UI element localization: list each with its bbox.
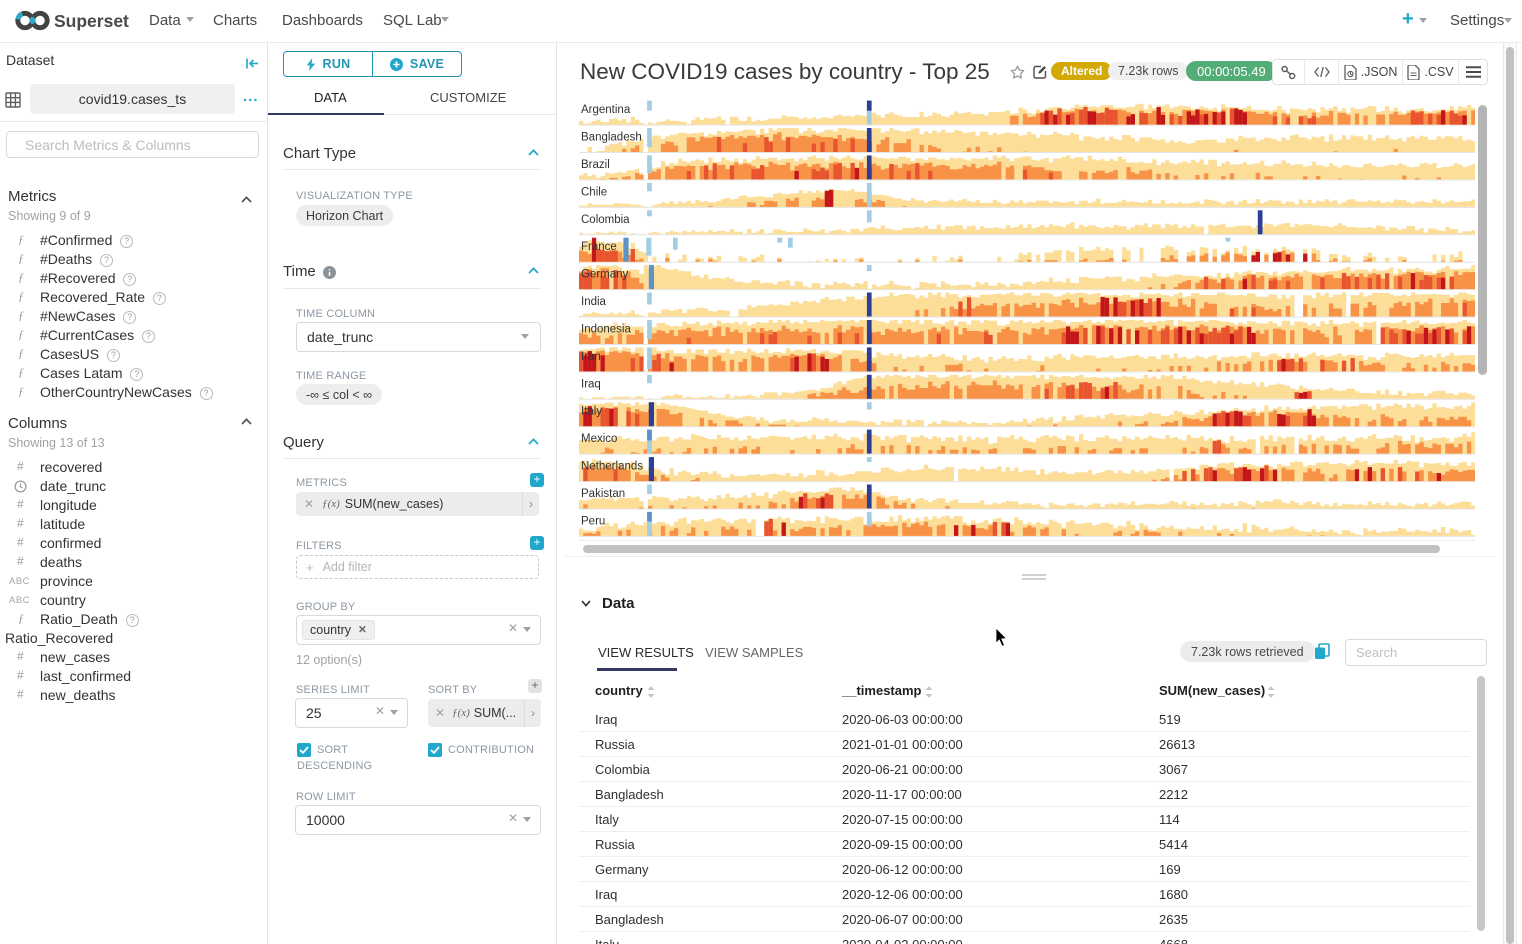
svg-text:Colombia: Colombia [581,214,630,226]
svg-text:Indonesia: Indonesia [581,324,631,336]
svg-text:Bangladesh: Bangladesh [581,132,642,144]
svg-text:Peru: Peru [581,515,605,527]
svg-text:Argentina: Argentina [581,104,631,116]
svg-text:Germany: Germany [581,269,629,281]
svg-text:Iraq: Iraq [581,378,601,390]
svg-text:Chile: Chile [581,186,607,198]
svg-text:France: France [581,241,617,253]
svg-text:Mexico: Mexico [581,433,617,445]
svg-text:Netherlands: Netherlands [581,461,643,473]
svg-text:India: India [581,296,607,308]
svg-text:Iran: Iran [581,351,601,363]
svg-text:Italy: Italy [581,406,602,418]
svg-text:Pakistan: Pakistan [581,488,625,500]
svg-text:Brazil: Brazil [581,159,610,171]
